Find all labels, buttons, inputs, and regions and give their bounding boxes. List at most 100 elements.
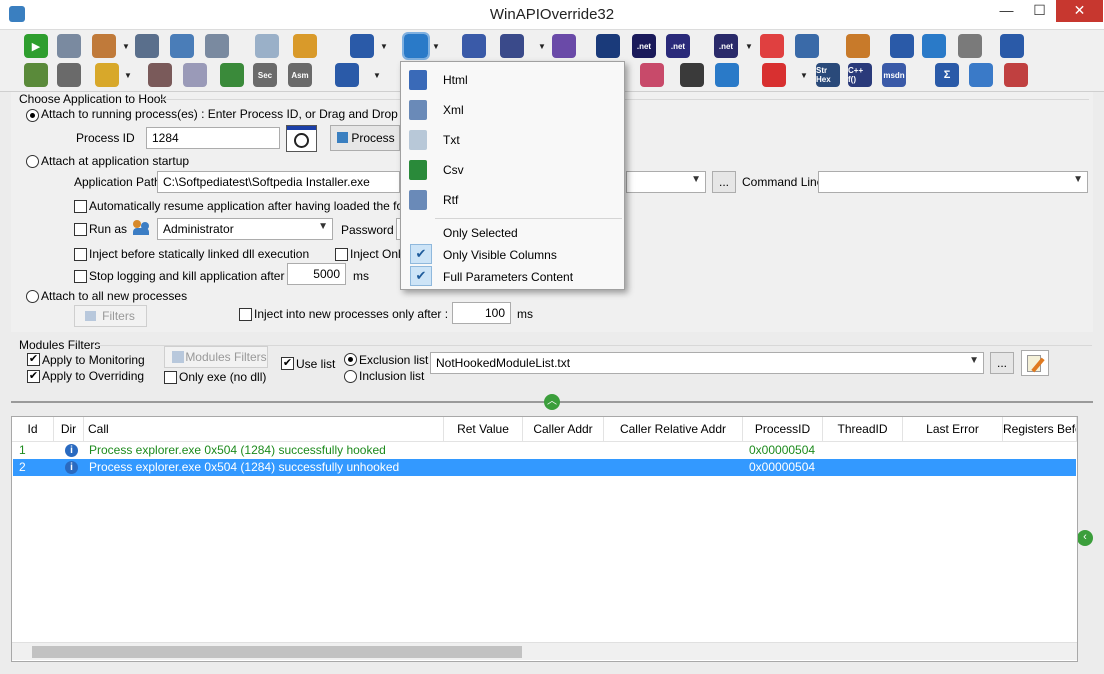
toolbar-row2-button-7[interactable]: Sec bbox=[253, 63, 277, 87]
apply-overriding-checkbox[interactable]: ✔ bbox=[27, 370, 40, 383]
inclusion-list-radio[interactable] bbox=[344, 370, 357, 383]
toolbar-row1-button-9[interactable] bbox=[350, 34, 374, 58]
toolbar-row1-button-17[interactable]: .net bbox=[714, 34, 738, 58]
toolbar-row1-button-11[interactable] bbox=[462, 34, 486, 58]
column-header-dir[interactable]: Dir bbox=[54, 417, 84, 441]
column-header-caller-relative-addr[interactable]: Caller Relative Addr bbox=[604, 417, 743, 441]
use-list-checkbox[interactable]: ✔ bbox=[281, 357, 294, 370]
attach-all-radio[interactable] bbox=[26, 290, 39, 303]
toolbar-dropdown-arrow-icon[interactable]: ▼ bbox=[745, 34, 753, 58]
inject-static-checkbox[interactable] bbox=[74, 248, 87, 261]
column-header-caller-addr[interactable]: Caller Addr bbox=[523, 417, 604, 441]
toolbar-row1-button-13[interactable] bbox=[552, 34, 576, 58]
column-header-registers-befo[interactable]: Registers Befo bbox=[1003, 417, 1077, 441]
menu-option-full-parameters-content[interactable]: ✔ Full Parameters Content bbox=[401, 265, 624, 287]
menu-option-only-visible-columns[interactable]: ✔ Only Visible Columns bbox=[401, 243, 624, 265]
toolbar-row1-button-10[interactable] bbox=[402, 32, 430, 60]
column-header-ret-value[interactable]: Ret Value bbox=[444, 417, 523, 441]
inject-new-checkbox[interactable] bbox=[239, 308, 252, 321]
run-as-select[interactable]: Administrator ▼ bbox=[157, 218, 333, 240]
toolbar-row1-button-3[interactable] bbox=[92, 34, 116, 58]
log-grid[interactable]: Id Dir Call Ret Value Caller Addr Caller Rela… bbox=[11, 416, 1078, 662]
toolbar-row1-button-6[interactable] bbox=[205, 34, 229, 58]
toolbar-row2-button-19[interactable]: Str Hex bbox=[816, 63, 840, 87]
toolbar-row2-button-17[interactable] bbox=[715, 63, 739, 87]
menu-item-rtf[interactable]: Rtf bbox=[401, 184, 624, 214]
toolbar-row1-button-1[interactable]: ▶ bbox=[24, 34, 48, 58]
column-header-threadid[interactable]: ThreadID bbox=[823, 417, 903, 441]
process-id-input[interactable]: 1284 bbox=[146, 127, 280, 149]
column-header-processid[interactable]: ProcessID bbox=[743, 417, 823, 441]
toolbar-row2-button-16[interactable] bbox=[680, 63, 704, 87]
collapse-up-icon[interactable]: ︿ bbox=[544, 394, 560, 410]
module-list-browse-button[interactable]: ... bbox=[990, 352, 1014, 374]
run-as-checkbox[interactable] bbox=[74, 223, 87, 236]
toolbar-row2-button-5[interactable] bbox=[183, 63, 207, 87]
only-exe-checkbox[interactable] bbox=[164, 371, 177, 384]
menu-item-xml[interactable]: Xml bbox=[401, 94, 624, 124]
menu-option-only-selected[interactable]: Only Selected bbox=[401, 221, 624, 243]
toolbar-row1-button-4[interactable] bbox=[135, 34, 159, 58]
toolbar-row2-button-6[interactable] bbox=[220, 63, 244, 87]
column-header-last-error[interactable]: Last Error bbox=[903, 417, 1003, 441]
toolbar-row2-button-9[interactable] bbox=[335, 63, 359, 87]
menu-item-csv[interactable]: Csv bbox=[401, 154, 624, 184]
toolbar-row2-button-23[interactable] bbox=[969, 63, 993, 87]
toolbar-dropdown-arrow-icon[interactable]: ▼ bbox=[432, 34, 440, 58]
toolbar-dropdown-arrow-icon[interactable]: ▼ bbox=[380, 34, 388, 58]
auto-resume-checkbox[interactable] bbox=[74, 200, 87, 213]
inject-new-input[interactable]: 100 bbox=[452, 302, 511, 324]
toolbar-row1-button-16[interactable]: .net bbox=[666, 34, 690, 58]
app-path-select[interactable]: C:\Softpediatest\Softpedia Installer.exe bbox=[157, 171, 400, 193]
horizontal-scrollbar[interactable] bbox=[12, 642, 1077, 660]
exclusion-list-radio[interactable] bbox=[344, 353, 357, 366]
attach-running-radio[interactable] bbox=[26, 109, 39, 122]
toolbar-dropdown-arrow-icon[interactable]: ▼ bbox=[538, 34, 546, 58]
modules-filters-button[interactable]: Modules Filters bbox=[164, 346, 268, 368]
process-button[interactable]: Process bbox=[330, 125, 400, 151]
minimize-button[interactable]: — bbox=[990, 0, 1023, 22]
toolbar-row2-button-2[interactable] bbox=[57, 63, 81, 87]
app-path-browse-button[interactable]: ... bbox=[712, 171, 736, 193]
toolbar-dropdown-arrow-icon[interactable]: ▼ bbox=[373, 63, 381, 87]
stop-logging-input[interactable]: 5000 bbox=[287, 263, 346, 285]
toolbar-dropdown-arrow-icon[interactable]: ▼ bbox=[122, 34, 130, 58]
collapse-left-icon[interactable]: ‹ bbox=[1077, 530, 1093, 546]
toolbar-row1-button-12[interactable] bbox=[500, 34, 524, 58]
toolbar-row2-button-18[interactable] bbox=[762, 63, 786, 87]
scrollbar-thumb[interactable] bbox=[32, 646, 522, 658]
toolbar-row1-button-24[interactable] bbox=[1000, 34, 1024, 58]
table-row[interactable]: 1 Process explorer.exe 0x504 (1284) succe… bbox=[13, 442, 1076, 459]
filters-button[interactable]: Filters bbox=[74, 305, 147, 327]
table-row[interactable]: 2 Process explorer.exe 0x504 (1284) succe… bbox=[13, 459, 1076, 476]
column-header-call[interactable]: Call bbox=[84, 417, 444, 441]
menu-item-html[interactable]: Html bbox=[401, 64, 624, 94]
toolbar-row2-button-20[interactable]: C++ f() bbox=[848, 63, 872, 87]
edit-list-icon[interactable] bbox=[1021, 350, 1049, 376]
toolbar-row2-button-1[interactable] bbox=[24, 63, 48, 87]
toolbar-row1-button-22[interactable] bbox=[922, 34, 946, 58]
module-list-select[interactable]: NotHookedModuleList.txt ▼ bbox=[430, 352, 984, 374]
toolbar-row1-button-18[interactable] bbox=[760, 34, 784, 58]
app-path-select-end[interactable]: ▼ bbox=[626, 171, 706, 193]
toolbar-row1-button-20[interactable] bbox=[846, 34, 870, 58]
toolbar-row1-button-8[interactable] bbox=[293, 34, 317, 58]
toolbar-row1-button-15[interactable]: .net bbox=[632, 34, 656, 58]
toolbar-row1-button-2[interactable] bbox=[57, 34, 81, 58]
attach-startup-radio[interactable] bbox=[26, 155, 39, 168]
close-button[interactable]: ✕ bbox=[1056, 0, 1103, 22]
toolbar-dropdown-arrow-icon[interactable]: ▼ bbox=[800, 63, 808, 87]
target-drag-icon[interactable] bbox=[286, 125, 317, 152]
toolbar-row2-button-24[interactable] bbox=[1004, 63, 1028, 87]
maximize-button[interactable]: ☐ bbox=[1023, 0, 1056, 22]
toolbar-row1-button-7[interactable] bbox=[255, 34, 279, 58]
menu-item-txt[interactable]: Txt bbox=[401, 124, 624, 154]
toolbar-row2-button-3[interactable] bbox=[95, 63, 119, 87]
toolbar-row1-button-21[interactable] bbox=[890, 34, 914, 58]
command-line-select[interactable]: ▼ bbox=[818, 171, 1088, 193]
column-header-id[interactable]: Id bbox=[12, 417, 54, 441]
toolbar-row1-button-23[interactable] bbox=[958, 34, 982, 58]
toolbar-row1-button-19[interactable] bbox=[795, 34, 819, 58]
toolbar-row2-button-22[interactable]: Σ bbox=[935, 63, 959, 87]
apply-monitoring-checkbox[interactable]: ✔ bbox=[27, 353, 40, 366]
